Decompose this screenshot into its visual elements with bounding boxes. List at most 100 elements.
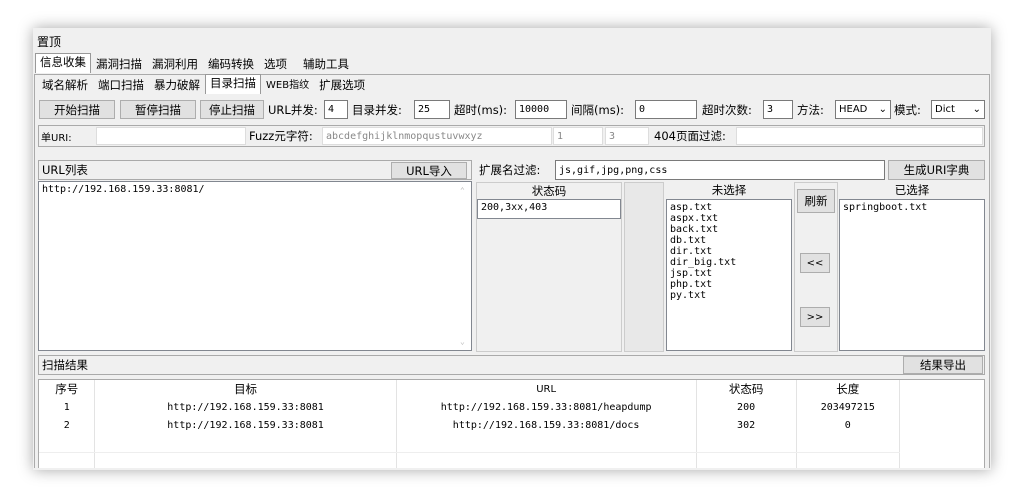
subtab-extension-options[interactable]: 扩展选项 — [314, 76, 370, 94]
col-header-status[interactable]: 状态码 — [696, 380, 797, 398]
tab-vuln-exploit[interactable]: 漏洞利用 — [147, 55, 203, 73]
mode-select[interactable]: Dict ⌄ — [931, 100, 985, 119]
results-table: 序号 目标 URL 状态码 长度 1 http://192.168.159.33… — [39, 380, 901, 468]
list-item[interactable]: back.txt — [670, 224, 788, 235]
refresh-button[interactable]: 刷新 — [797, 189, 835, 213]
url-concurrency-input[interactable]: 4 — [324, 100, 348, 119]
cell-url: http://192.168.159.33:8081/heapdump — [396, 398, 697, 416]
url-list-box[interactable]: http://192.168.159.33:8081/ ⌃ ⌄ — [38, 181, 472, 351]
mode-label: 模式: — [894, 102, 921, 117]
url-import-button[interactable]: URL导入 — [391, 162, 467, 179]
results-table-area: 序号 目标 URL 状态码 长度 1 http://192.168.159.33… — [38, 379, 985, 468]
unselected-header: 未选择 — [711, 183, 747, 197]
filter404-input[interactable] — [736, 127, 983, 145]
tab-aux-tools[interactable]: 辅助工具 — [298, 55, 354, 73]
toolbar: 开始扫描 暂停扫描 停止扫描 URL并发: 4 目录并发: 25 超时(ms):… — [38, 98, 986, 122]
single-uri-input[interactable] — [96, 127, 246, 145]
stop-scan-button[interactable]: 停止扫描 — [200, 100, 264, 119]
selected-header: 已选择 — [894, 183, 930, 197]
method-select[interactable]: HEAD ⌄ — [835, 100, 891, 119]
list-item[interactable]: db.txt — [670, 235, 788, 246]
url-concurrency-label: URL并发: — [268, 102, 318, 117]
tab-encoding[interactable]: 编码转换 — [203, 55, 259, 73]
cell-target: http://192.168.159.33:8081 — [94, 398, 397, 416]
chevron-down-icon: ⌄ — [972, 104, 981, 115]
fuzz-max-input[interactable]: 3 — [605, 127, 649, 145]
tab-info-gathering[interactable]: 信息收集 — [35, 53, 91, 73]
table-row[interactable]: 2 http://192.168.159.33:8081 http://192.… — [39, 416, 901, 434]
list-item[interactable]: dir_big.txt — [670, 257, 788, 268]
subtab-port-scan[interactable]: 端口扫描 — [93, 76, 149, 94]
results-title: 扫描结果 — [42, 358, 88, 372]
list-item[interactable]: py.txt — [670, 290, 788, 301]
tab-options[interactable]: 选项 — [259, 55, 292, 73]
status-code-input[interactable]: 200,3xx,403 — [477, 199, 621, 219]
status-code-header: 状态码 — [531, 184, 567, 198]
interval-label: 间隔(ms): — [571, 102, 625, 117]
timeout-count-input[interactable]: 3 — [763, 100, 793, 119]
mode-value: Dict — [935, 104, 955, 115]
interval-input[interactable]: 0 — [635, 100, 697, 119]
list-item[interactable]: aspx.txt — [670, 213, 788, 224]
single-uri-label: 单URI: — [41, 132, 72, 144]
list-item[interactable]: springboot.txt — [843, 202, 981, 213]
ext-filter-input[interactable]: js,gif,jpg,png,css — [555, 160, 885, 180]
col-header-target[interactable]: 目标 — [94, 380, 397, 398]
list-item[interactable]: asp.txt — [670, 202, 788, 213]
empty-row — [39, 452, 901, 468]
chevron-down-icon: ⌄ — [878, 104, 887, 115]
subtab-domain[interactable]: 域名解析 — [37, 76, 93, 94]
fuzz-min-input[interactable]: 1 — [553, 127, 603, 145]
window-title[interactable]: 置顶 — [37, 33, 61, 50]
scroll-up-icon: ⌃ — [460, 186, 465, 195]
cell-status: 302 — [696, 416, 797, 434]
pause-scan-button[interactable]: 暂停扫描 — [120, 100, 196, 119]
cell-index: 1 — [39, 398, 96, 416]
table-header-row: 序号 目标 URL 状态码 长度 — [39, 380, 901, 398]
cell-status: 200 — [696, 398, 797, 416]
uri-fuzz-bar: 单URI: Fuzz元字符: abcdefghijklnmopqustuvwxy… — [38, 125, 985, 147]
transfer-panel: 刷新 << >> — [794, 182, 838, 352]
move-left-button[interactable]: << — [800, 253, 830, 273]
fuzz-chars-label: Fuzz元字符: — [249, 129, 313, 143]
url-list-title: URL列表 — [42, 163, 88, 177]
timeout-count-label: 超时次数: — [702, 102, 752, 117]
col-header-length[interactable]: 长度 — [796, 380, 901, 398]
timeout-input[interactable]: 10000 — [515, 100, 567, 119]
cell-url: http://192.168.159.33:8081/docs — [396, 416, 697, 434]
empty-row — [39, 434, 901, 453]
list-item[interactable]: jsp.txt — [670, 268, 788, 279]
subtab-web-fingerprint[interactable]: WEB指纹 — [261, 76, 314, 94]
tab-vuln-scan[interactable]: 漏洞扫描 — [91, 55, 147, 73]
method-value: HEAD — [839, 104, 868, 115]
unselected-list[interactable]: asp.txt aspx.txt back.txt db.txt dir.txt… — [666, 199, 792, 351]
method-label: 方法: — [797, 102, 824, 117]
status-code-value: 200,3xx,403 — [481, 202, 548, 213]
timeout-label: 超时(ms): — [454, 102, 508, 117]
main-tab-bar: 信息收集 漏洞扫描 漏洞利用 编码转换 选项 辅助工具 — [35, 53, 354, 73]
col-header-index[interactable]: 序号 — [39, 380, 96, 398]
spacer-panel — [624, 182, 664, 352]
table-row[interactable]: 1 http://192.168.159.33:8081 http://192.… — [39, 398, 901, 416]
export-results-button[interactable]: 结果导出 — [903, 356, 983, 374]
subtab-brute-force[interactable]: 暴力破解 — [149, 76, 205, 94]
fuzz-chars-input[interactable]: abcdefghijklnmopqustuvwxyz — [322, 127, 552, 145]
move-right-button[interactable]: >> — [800, 307, 830, 327]
dir-concurrency-input[interactable]: 25 — [414, 100, 450, 119]
cell-target: http://192.168.159.33:8081 — [94, 416, 397, 434]
generate-dict-button[interactable]: 生成URI字典 — [888, 160, 985, 180]
selected-list[interactable]: springboot.txt — [839, 199, 985, 351]
list-item[interactable]: dir.txt — [670, 246, 788, 257]
start-scan-button[interactable]: 开始扫描 — [39, 100, 115, 119]
cell-length: 203497215 — [796, 398, 901, 416]
status-code-panel: 状态码 200,3xx,403 — [476, 182, 622, 352]
menu-bar: 置顶 — [33, 28, 991, 52]
subtab-dir-scan[interactable]: 目录扫描 — [205, 74, 261, 94]
url-list-item[interactable]: http://192.168.159.33:8081/ — [42, 184, 468, 195]
url-list-scrollbar[interactable]: ⌃ ⌄ — [458, 183, 470, 349]
list-item[interactable]: php.txt — [670, 279, 788, 290]
cell-length: 0 — [796, 416, 901, 434]
sub-tab-bar: 域名解析 端口扫描 暴力破解 目录扫描 WEB指纹 扩展选项 — [37, 74, 370, 94]
col-header-url[interactable]: URL — [396, 380, 697, 398]
scroll-down-icon: ⌄ — [460, 337, 465, 346]
